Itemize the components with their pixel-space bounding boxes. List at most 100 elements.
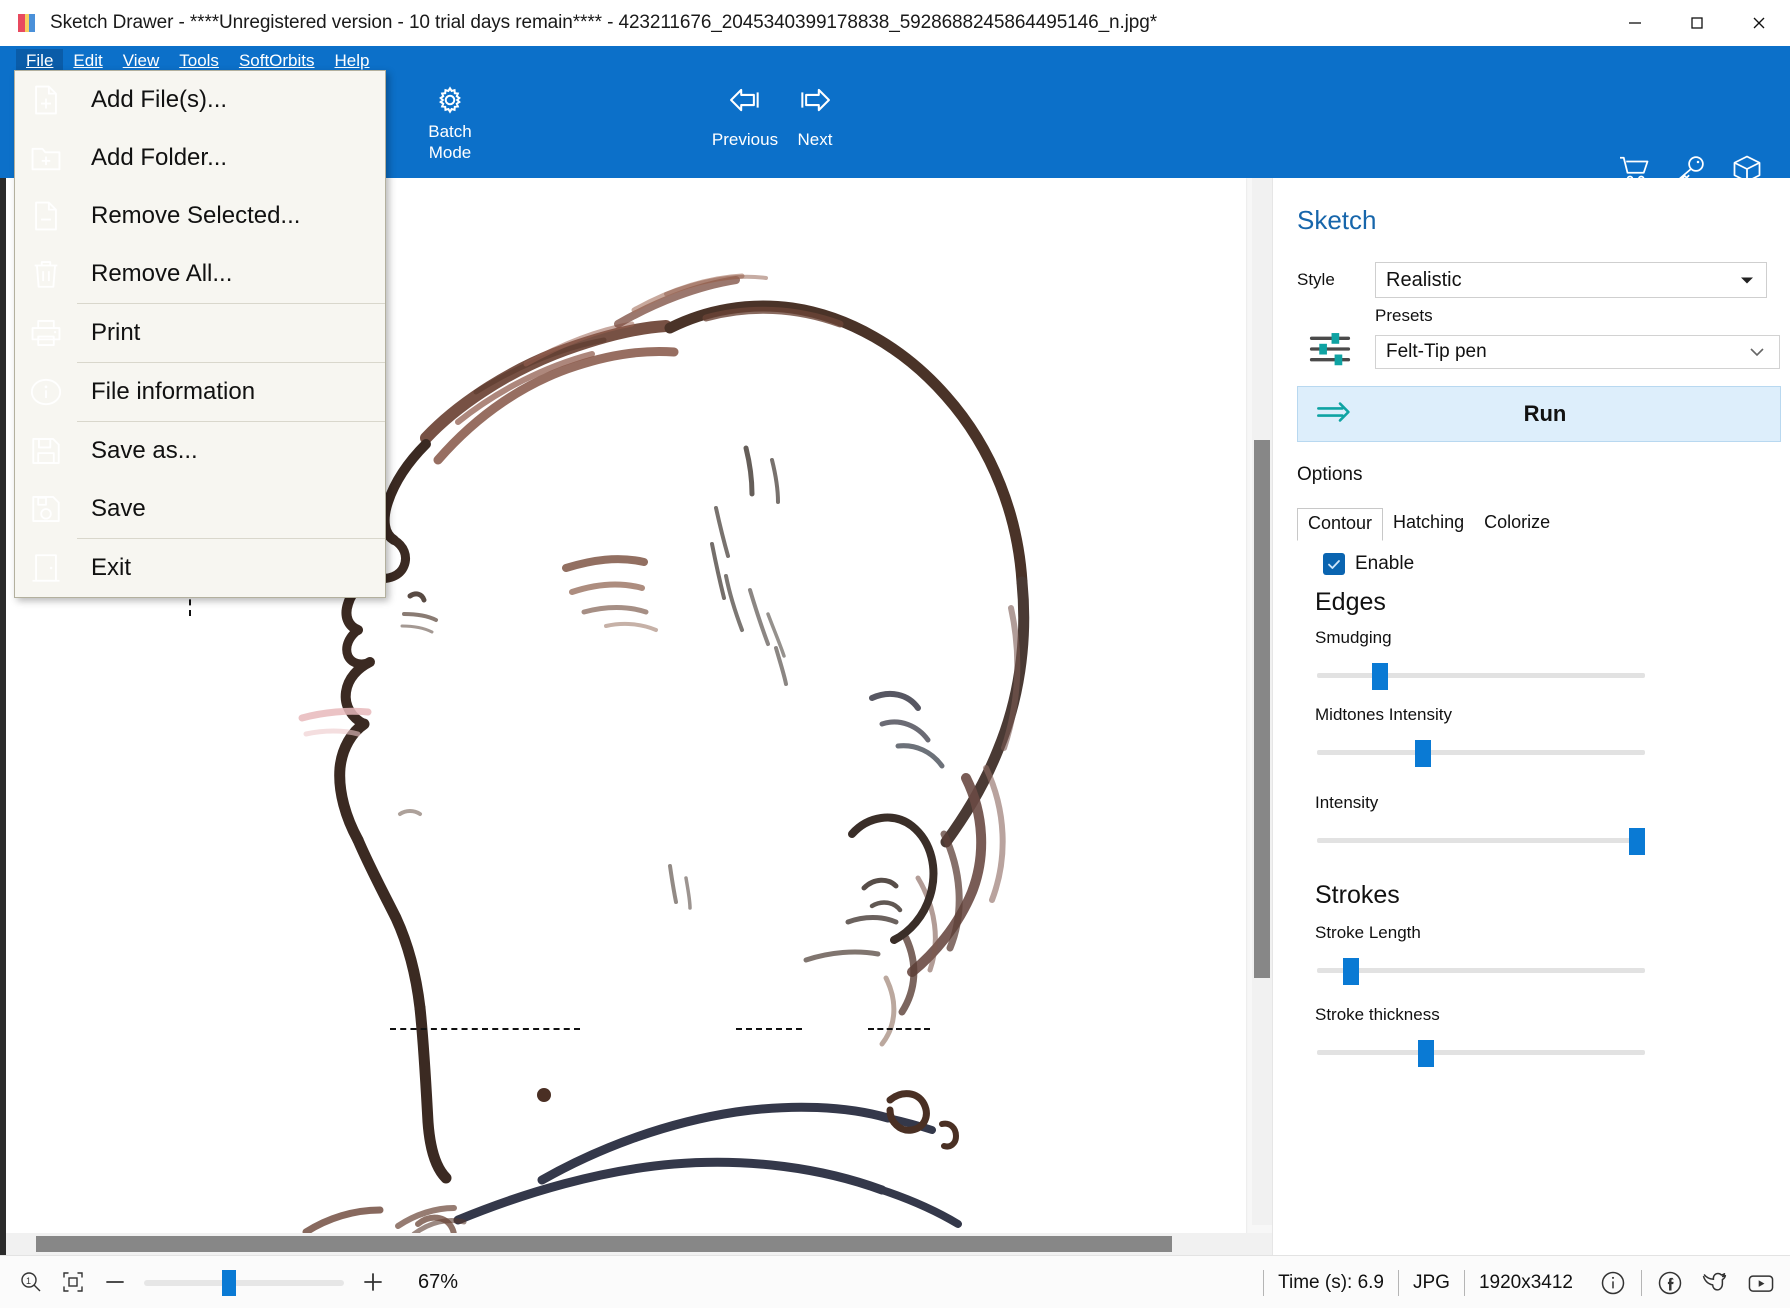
enable-checkbox-row[interactable]: Enable [1323,553,1414,575]
next-label: Next [798,129,833,150]
slider-track [1317,673,1645,678]
enable-checkbox[interactable] [1323,553,1345,575]
time-label: Time (s): 6.9 [1278,1272,1384,1294]
batch-mode-label-line1: Batch [428,121,471,142]
canvas-vertical-scrollbar[interactable] [1252,178,1272,1225]
section-heading-edges: Edges [1315,588,1386,617]
printer-icon [15,304,77,362]
menu-item-add-files[interactable]: Add File(s)... [15,71,385,129]
file-remove-icon [15,187,77,245]
menu-item-file-information[interactable]: File information [15,363,385,421]
save-icon [15,480,77,538]
slider-label-stroke-thickness: Stroke thickness [1315,1005,1440,1025]
info-circle-icon[interactable] [1599,1269,1627,1297]
menu-item-exit[interactable]: Exit [15,539,385,597]
run-arrow-icon [1316,401,1352,428]
slider-intensity[interactable] [1317,828,1645,852]
menu-item-save-as[interactable]: Save as... [15,422,385,480]
tab-hatching[interactable]: Hatching [1383,508,1474,541]
style-label: Style [1297,270,1375,290]
presets-value: Felt-Tip pen [1386,341,1487,363]
slider-thumb[interactable] [1343,958,1359,985]
menu-item-remove-selected[interactable]: Remove Selected... [15,187,385,245]
window-title: Sketch Drawer - ****Unregistered version… [50,12,1157,34]
sliders-settings-icon[interactable] [1307,326,1353,377]
menu-item-label: Remove All... [91,260,232,288]
menu-item-label: Exit [91,554,131,582]
arrow-right-icon [796,84,834,121]
twitter-icon[interactable] [1700,1269,1730,1297]
batch-mode-label-line2: Mode [429,142,472,163]
zoom-percent-label: 67% [418,1271,458,1294]
sketch-settings-panel: Sketch Style Realistic Presets Felt-Tip … [1272,178,1790,1255]
info-icon [15,363,77,421]
presets-select[interactable]: Felt-Tip pen [1375,335,1780,369]
selection-marker-h1 [390,1028,580,1030]
menu-item-label: Add File(s)... [91,86,227,114]
fit-to-window-icon[interactable] [52,1262,94,1302]
slider-midtones-intensity[interactable] [1317,740,1645,764]
zoom-in-button[interactable] [352,1262,394,1302]
folder-add-icon [15,129,77,187]
status-separator [1263,1270,1264,1296]
selection-marker-h3 [868,1028,930,1030]
horizontal-scroll-thumb[interactable] [36,1236,1172,1252]
youtube-icon[interactable] [1746,1269,1776,1297]
menu-item-save[interactable]: Save [15,480,385,538]
title-bar: Sketch Drawer - ****Unregistered version… [0,0,1790,46]
save-as-icon [15,422,77,480]
batch-mode-button[interactable]: Batch Mode [395,84,505,164]
slider-thumb[interactable] [1372,663,1388,690]
tab-colorize[interactable]: Colorize [1474,508,1560,541]
menu-file-label: File [26,51,53,70]
enable-label: Enable [1355,553,1414,575]
section-heading-strokes: Strokes [1315,881,1400,910]
minimize-button[interactable] [1604,0,1666,46]
zoom-actual-size-icon[interactable]: 1 [10,1262,52,1302]
format-label: JPG [1413,1272,1450,1294]
options-tabs: Contour Hatching Colorize [1297,508,1560,541]
menu-item-label: File information [91,378,255,406]
style-row: Style Realistic [1297,262,1767,298]
run-button[interactable]: Run [1297,386,1781,442]
slider-thumb[interactable] [1418,1040,1434,1067]
slider-thumb[interactable] [1415,740,1431,767]
next-button[interactable]: Next [760,84,870,150]
run-label: Run [1352,401,1738,427]
chevron-down-icon [1749,341,1765,363]
selection-marker-h2 [736,1028,802,1030]
menu-edit-label: Edit [73,51,102,70]
menu-item-remove-all[interactable]: Remove All... [15,245,385,303]
slider-stroke-thickness[interactable] [1317,1040,1645,1064]
menu-item-label: Save as... [91,437,198,465]
facebook-icon[interactable] [1656,1269,1684,1297]
slider-thumb[interactable] [1629,828,1645,855]
maximize-button[interactable] [1666,0,1728,46]
menu-help-label: Help [335,51,370,70]
vertical-scroll-thumb[interactable] [1254,440,1270,978]
menu-item-label: Remove Selected... [91,202,300,230]
close-button[interactable] [1728,0,1790,46]
canvas-horizontal-scrollbar[interactable] [6,1233,1272,1255]
file-menu-dropdown[interactable]: Add File(s)... Add Folder... Remove Sele… [14,70,386,598]
presets-label: Presets [1375,306,1433,326]
tab-contour[interactable]: Contour [1297,508,1383,541]
zoom-slider[interactable] [144,1270,344,1294]
trash-icon [15,245,77,303]
file-add-icon [15,71,77,129]
menu-item-label: Add Folder... [91,144,227,172]
menu-item-label: Save [91,495,146,523]
zoom-out-button[interactable] [94,1262,136,1302]
zoom-slider-thumb[interactable] [222,1270,236,1296]
dimensions-label: 1920x3412 [1479,1272,1573,1294]
slider-stroke-length[interactable] [1317,958,1645,982]
slider-smudging[interactable] [1317,663,1645,687]
zoom-controls: 1 67% [0,1262,458,1302]
slider-track [1317,838,1645,843]
menu-item-print[interactable]: Print [15,304,385,362]
menu-item-add-folder[interactable]: Add Folder... [15,129,385,187]
style-select[interactable]: Realistic [1375,262,1767,298]
status-separator [1464,1270,1465,1296]
chevron-down-icon [1740,269,1754,292]
window-controls [1604,0,1790,46]
